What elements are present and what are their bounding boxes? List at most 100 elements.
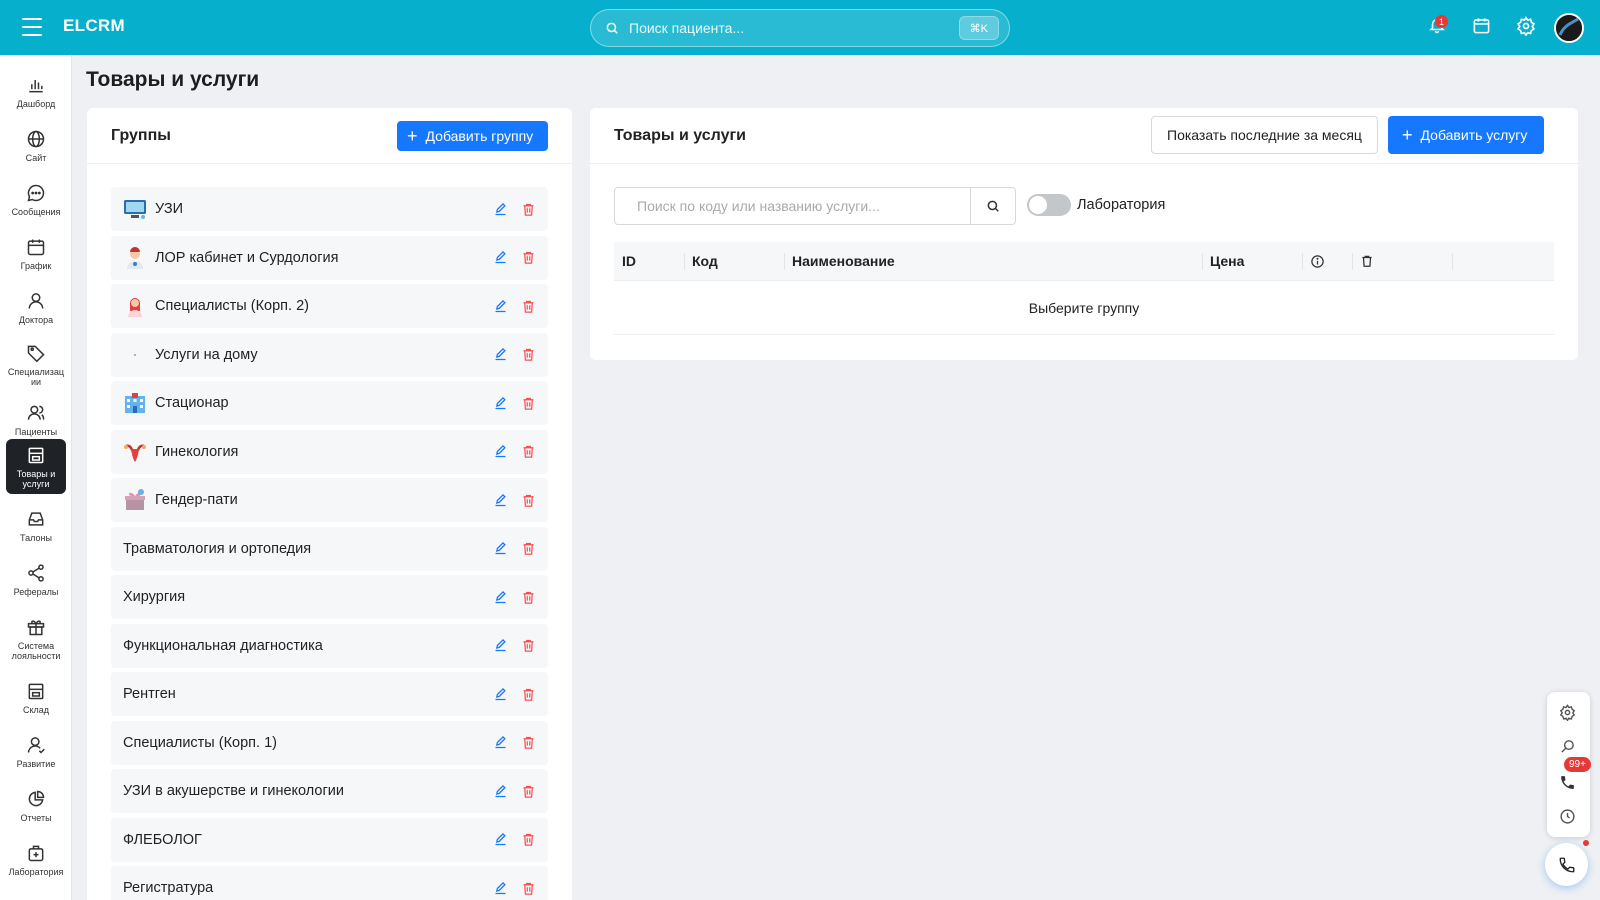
- column-extra: [1452, 242, 1554, 280]
- group-name: Рентген: [123, 686, 176, 702]
- menu-icon[interactable]: [22, 18, 42, 36]
- edit-icon[interactable]: [493, 347, 508, 362]
- group-name: УЗИ: [155, 201, 184, 217]
- group-name: Стационар: [155, 395, 229, 411]
- edit-icon[interactable]: [493, 541, 508, 556]
- group-item[interactable]: УЗИ: [111, 187, 548, 231]
- trash-icon[interactable]: [521, 784, 536, 799]
- group-item[interactable]: Рентген: [111, 672, 548, 716]
- group-item[interactable]: Функциональная диагностика: [111, 623, 548, 668]
- search-icon: [987, 200, 999, 212]
- group-item[interactable]: ФЛЕБОЛОГ: [111, 817, 548, 862]
- sidebar-item-tickets[interactable]: Талоны: [6, 503, 66, 551]
- search-input[interactable]: [629, 20, 959, 36]
- edit-icon[interactable]: [493, 590, 508, 605]
- edit-icon[interactable]: [493, 250, 508, 265]
- group-name: Регистратура: [123, 880, 214, 896]
- group-name: Гинекология: [155, 443, 239, 460]
- sidebar-item-warehouse[interactable]: Склад: [6, 675, 66, 723]
- edit-icon[interactable]: [493, 735, 508, 750]
- trash-icon[interactable]: [521, 590, 536, 605]
- edit-icon[interactable]: [493, 396, 508, 411]
- column-name[interactable]: Наименование: [784, 242, 1202, 280]
- services-table: ID Код Наименование Цена Выберите группу: [614, 242, 1554, 335]
- group-item[interactable]: Гинекология: [111, 429, 548, 474]
- gear-icon[interactable]: [1516, 16, 1538, 38]
- service-search-input[interactable]: [615, 188, 970, 224]
- group-item[interactable]: Услуги на дому: [111, 332, 548, 377]
- sidebar-item-specializations[interactable]: Специализации: [6, 337, 66, 393]
- history-icon[interactable]: [1559, 808, 1577, 826]
- edit-icon[interactable]: [493, 687, 508, 702]
- trash-icon[interactable]: [521, 735, 536, 750]
- edit-icon[interactable]: [493, 299, 508, 314]
- group-item[interactable]: Стационар: [111, 381, 548, 425]
- sidebar-item-schedule[interactable]: График: [6, 231, 66, 279]
- sidebar-item-development[interactable]: Развитие: [6, 729, 66, 777]
- trash-icon[interactable]: [521, 687, 536, 702]
- trash-icon[interactable]: [521, 638, 536, 653]
- column-code[interactable]: Код: [684, 242, 784, 280]
- phone-icon[interactable]: [1559, 774, 1577, 792]
- calendar-icon[interactable]: [1472, 16, 1494, 38]
- sidebar-item-label: Развитие: [16, 759, 56, 769]
- patient-search[interactable]: ⌘K: [590, 9, 1010, 47]
- add-group-button[interactable]: + Добавить группу: [397, 121, 549, 151]
- group-item[interactable]: ЛОР кабинет и Сурдология: [111, 235, 548, 280]
- sidebar-item-doctors[interactable]: Доктора: [6, 285, 66, 333]
- group-item[interactable]: Гендер-пати: [111, 478, 548, 522]
- trash-icon[interactable]: [521, 444, 536, 459]
- edit-icon[interactable]: [493, 832, 508, 847]
- group-item[interactable]: Специалисты (Корп. 1): [111, 720, 548, 765]
- edit-icon[interactable]: [493, 784, 508, 799]
- add-service-button[interactable]: + Добавить услугу: [1388, 116, 1545, 154]
- sidebar-item-messages[interactable]: Сообщения: [6, 177, 66, 225]
- trash-icon[interactable]: [521, 541, 536, 556]
- avatar[interactable]: [1554, 13, 1584, 43]
- column-id[interactable]: ID: [614, 242, 684, 280]
- sidebar-item-reports[interactable]: Отчеты: [6, 783, 66, 831]
- show-recent-button[interactable]: Показать последние за месяц: [1151, 116, 1378, 154]
- group-name: Травматология и ортопедия: [123, 540, 312, 557]
- group-item[interactable]: Травматология и ортопедия: [111, 526, 548, 571]
- plus-icon: +: [1402, 125, 1413, 145]
- sidebar-item-goods-services[interactable]: Товары и услуги: [6, 439, 66, 494]
- trash-icon[interactable]: [521, 396, 536, 411]
- group-actions: [493, 784, 536, 799]
- trash-icon[interactable]: [521, 299, 536, 314]
- group-item[interactable]: Хирургия: [111, 575, 548, 619]
- trash-icon[interactable]: [521, 881, 536, 896]
- laboratory-toggle[interactable]: [1027, 194, 1071, 216]
- sidebar-item-dashboard[interactable]: Дашборд: [6, 69, 66, 117]
- group-item[interactable]: Специалисты (Корп. 2): [111, 284, 548, 328]
- pie-chart-icon: [28, 790, 45, 807]
- sidebar-item-patients[interactable]: Пациенты: [6, 397, 66, 445]
- trash-icon[interactable]: [521, 347, 536, 362]
- gift-box-icon: [123, 488, 147, 512]
- notification-badge: 1: [1435, 15, 1448, 28]
- edit-icon[interactable]: [493, 202, 508, 217]
- sidebar-item-site[interactable]: Сайт: [6, 123, 66, 171]
- gear-icon[interactable]: [1559, 704, 1577, 722]
- sidebar-item-laboratory[interactable]: Лаборатория: [6, 837, 66, 885]
- edit-icon[interactable]: [493, 493, 508, 508]
- group-actions: [493, 444, 536, 459]
- service-search-button[interactable]: [970, 188, 1015, 224]
- group-item[interactable]: УЗИ в акушерстве и гинекологии: [111, 769, 548, 813]
- column-price[interactable]: Цена: [1202, 242, 1302, 280]
- edit-icon[interactable]: [493, 638, 508, 653]
- sidebar-item-loyalty[interactable]: Система лояльности: [6, 611, 66, 667]
- group-item[interactable]: Регистратура: [111, 866, 548, 900]
- group-name: ФЛЕБОЛОГ: [123, 831, 202, 848]
- trash-icon[interactable]: [521, 493, 536, 508]
- trash-icon[interactable]: [521, 250, 536, 265]
- edit-icon[interactable]: [493, 444, 508, 459]
- brand-logo[interactable]: ELCRM: [63, 16, 125, 36]
- zoom-search-icon[interactable]: [1559, 738, 1577, 756]
- table-header: ID Код Наименование Цена: [614, 242, 1554, 281]
- edit-icon[interactable]: [493, 881, 508, 896]
- trash-icon[interactable]: [521, 202, 536, 217]
- trash-icon[interactable]: [521, 832, 536, 847]
- call-button[interactable]: [1545, 843, 1588, 886]
- sidebar-item-referrals[interactable]: Рефералы: [6, 557, 66, 605]
